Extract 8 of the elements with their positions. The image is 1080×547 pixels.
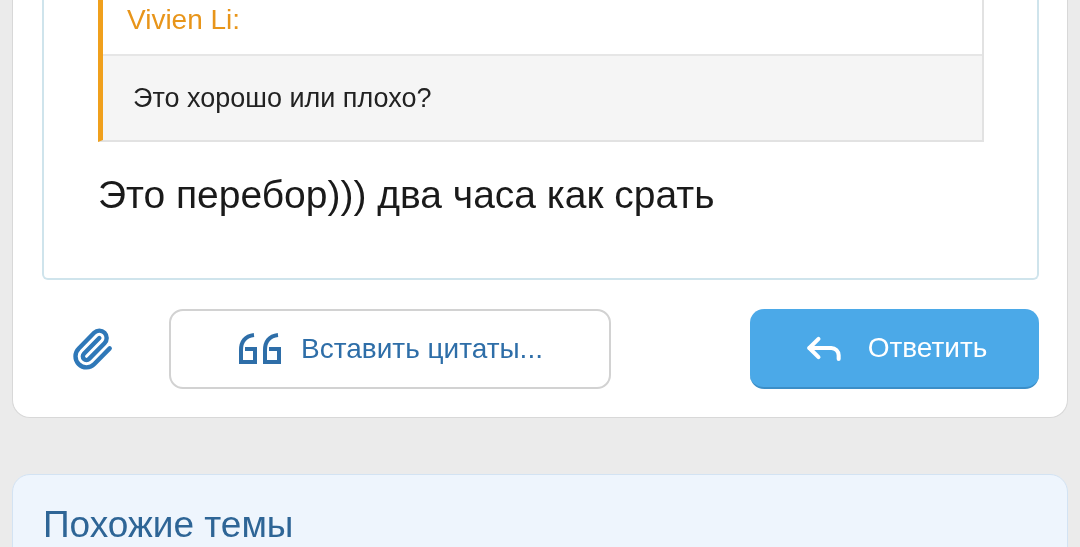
paperclip-icon[interactable]: [70, 327, 114, 371]
quote-text: Это хорошо или плохо?: [132, 82, 433, 115]
message-text: Это перебор))) два часа как срать: [98, 172, 716, 218]
message-editor[interactable]: Vivien Li: Это хорошо или плохо? Это перебор))) два часа как срать: [42, 0, 1039, 280]
insert-quotes-button[interactable]: Вставить цитаты...: [169, 309, 611, 389]
quote-icon: [237, 332, 284, 366]
quote-author: Vivien Li:: [103, 0, 982, 56]
similar-topics-title: Похожие темы: [43, 503, 295, 547]
